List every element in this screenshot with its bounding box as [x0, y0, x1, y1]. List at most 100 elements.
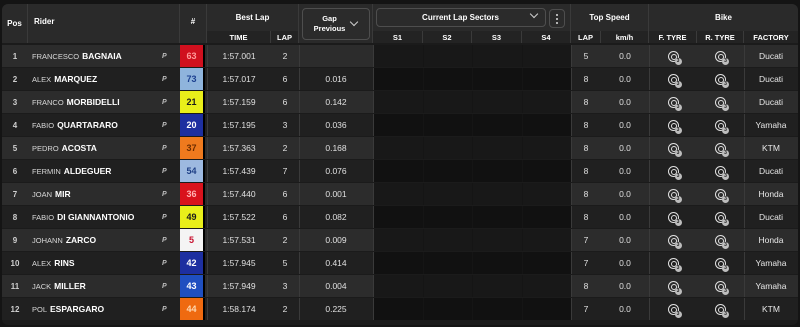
column-divider [373, 114, 374, 136]
sector-3 [472, 91, 522, 113]
top-speed-lap: 7 [583, 304, 589, 314]
gap-previous: 0.082 [325, 212, 347, 222]
rider-number: 37 [180, 137, 205, 159]
best-lap-time: 1:57.945 [222, 258, 256, 268]
table-row[interactable]: 3 FRANCO MORBIDELLI P 21 1:57.159 6 0.14… [2, 91, 798, 113]
table-row[interactable]: 7 JOAN MIR P 36 1:57.440 6 0.001 8 0.0 3… [2, 183, 798, 205]
rider-name[interactable]: FABIO DI GIANNANTONIO [28, 206, 174, 228]
rider-number: 73 [180, 68, 205, 90]
front-tyre: 3 [649, 229, 697, 251]
column-divider [207, 252, 208, 274]
rear-tyre-icon: 3 [715, 303, 729, 318]
best-lap-number: 2 [282, 304, 288, 314]
header-pos: Pos [2, 4, 28, 43]
sector-3 [472, 68, 522, 90]
gap-previous: 0.009 [325, 235, 347, 245]
header-rear-tyre: R. TYRE [697, 31, 744, 43]
front-tyre-icon: 3 [667, 234, 682, 249]
top-speed-lap: 8 [583, 74, 589, 84]
rear-tyre-age: 3 [722, 172, 729, 180]
column-divider [571, 137, 572, 159]
sector-4 [522, 160, 571, 182]
column-divider [207, 114, 208, 136]
rear-tyre-age: 3 [722, 264, 729, 272]
best-lap-number: 6 [282, 97, 288, 107]
top-speed-kmh: 0.0 [619, 120, 631, 130]
rear-tyre-icon: 3 [715, 211, 729, 226]
rider-name[interactable]: FERMIN ALDEGUER [28, 160, 174, 182]
sector-4 [522, 114, 571, 136]
position: 6 [12, 166, 18, 176]
header-front-tyre: F. TYRE [649, 31, 697, 43]
column-divider [299, 137, 300, 159]
more-options-button[interactable] [549, 9, 565, 28]
rider-name[interactable]: ALEX RINS [28, 252, 174, 274]
rider-name[interactable]: JOHANN ZARCO [28, 229, 174, 251]
rider-name[interactable]: FABIO QUARTARARO [28, 114, 174, 136]
table-row[interactable]: 4 FABIO QUARTARARO P 20 1:57.195 3 0.036… [2, 114, 798, 136]
rider-number: 36 [180, 183, 205, 205]
front-tyre: 3 [649, 45, 697, 67]
header-bike: Bike [649, 4, 798, 31]
front-tyre: 3 [649, 183, 697, 205]
column-divider [744, 298, 745, 320]
front-tyre-icon: 3 [667, 142, 682, 157]
best-lap-number: 7 [282, 166, 288, 176]
pit-indicator: P [162, 213, 167, 221]
rider-first-name: FERMIN [32, 166, 61, 176]
gap-previous-dropdown[interactable]: Gap Previous [301, 7, 370, 40]
column-divider [373, 275, 374, 297]
table-row[interactable]: 8 FABIO DI GIANNANTONIO P 49 1:57.522 6 … [2, 206, 798, 228]
rider-last-name: RINS [54, 258, 75, 268]
front-tyre-icon: 3 [667, 119, 682, 134]
position: 1 [12, 51, 18, 61]
sectors-title: Current Lap Sectors [422, 13, 499, 22]
rider-name[interactable]: PEDRO ACOSTA [28, 137, 174, 159]
rider-first-name: POL [32, 304, 48, 314]
rider-name[interactable]: JACK MILLER [28, 275, 174, 297]
top-speed-lap: 7 [583, 235, 589, 245]
table-row[interactable]: 11 JACK MILLER P 43 1:57.949 3 0.004 8 0… [2, 275, 798, 297]
front-tyre: 3 [649, 252, 697, 274]
front-tyre-age: 3 [674, 80, 682, 88]
table-row[interactable]: 6 FERMIN ALDEGUER P 54 1:57.439 7 0.076 … [2, 160, 798, 182]
rider-name[interactable]: ALEX MARQUEZ [28, 68, 174, 90]
rider-name[interactable]: FRANCO MORBIDELLI [28, 91, 174, 113]
table-row[interactable]: 9 JOHANN ZARCO P 5 1:57.531 2 0.009 7 0.… [2, 229, 798, 251]
kebab-dot [556, 17, 558, 20]
header-s3: S3 [472, 31, 522, 43]
column-divider [744, 68, 745, 90]
sector-1 [373, 183, 423, 205]
table-row[interactable]: 1 FRANCESCO BAGNAIA P 63 1:57.001 2 5 0.… [2, 45, 798, 67]
rear-tyre-icon: 3 [715, 165, 729, 180]
header-top-speed-lap: LAP [571, 31, 601, 43]
rider-name[interactable]: JOAN MIR [28, 183, 174, 205]
sector-4 [522, 45, 571, 67]
sector-4 [522, 183, 571, 205]
current-lap-sectors-dropdown[interactable]: Current Lap Sectors [375, 8, 546, 27]
best-lap-number: 3 [282, 281, 288, 291]
table-row[interactable]: 2 ALEX MARQUEZ P 73 1:57.017 6 0.016 8 0… [2, 68, 798, 90]
factory: Yamaha [755, 258, 787, 268]
table-row[interactable]: 5 PEDRO ACOSTA P 37 1:57.363 2 0.168 8 0… [2, 137, 798, 159]
rider-name[interactable]: FRANCESCO BAGNAIA [28, 45, 174, 67]
best-lap-number: 6 [282, 189, 288, 199]
rider-name[interactable]: POL ESPARGARO [28, 298, 174, 320]
sector-1 [373, 160, 423, 182]
column-divider [571, 183, 572, 205]
column-divider [649, 229, 650, 251]
best-lap-time: 1:57.195 [222, 120, 256, 130]
rider-first-name: FRANCO [32, 97, 64, 107]
table-row[interactable]: 10 ALEX RINS P 42 1:57.945 5 0.414 7 0.0… [2, 252, 798, 274]
column-divider [744, 183, 745, 205]
header-s4: S4 [522, 31, 571, 43]
sector-3 [472, 252, 522, 274]
gap-previous: 0.414 [325, 258, 347, 268]
column-divider [373, 229, 374, 251]
pit-indicator: P [162, 282, 167, 290]
table-row[interactable]: 12 POL ESPARGARO P 44 1:58.174 2 0.225 7… [2, 298, 798, 320]
pit-indicator: P [162, 121, 167, 129]
position: 11 [10, 281, 20, 291]
sector-1 [373, 206, 423, 228]
column-divider [299, 160, 300, 182]
